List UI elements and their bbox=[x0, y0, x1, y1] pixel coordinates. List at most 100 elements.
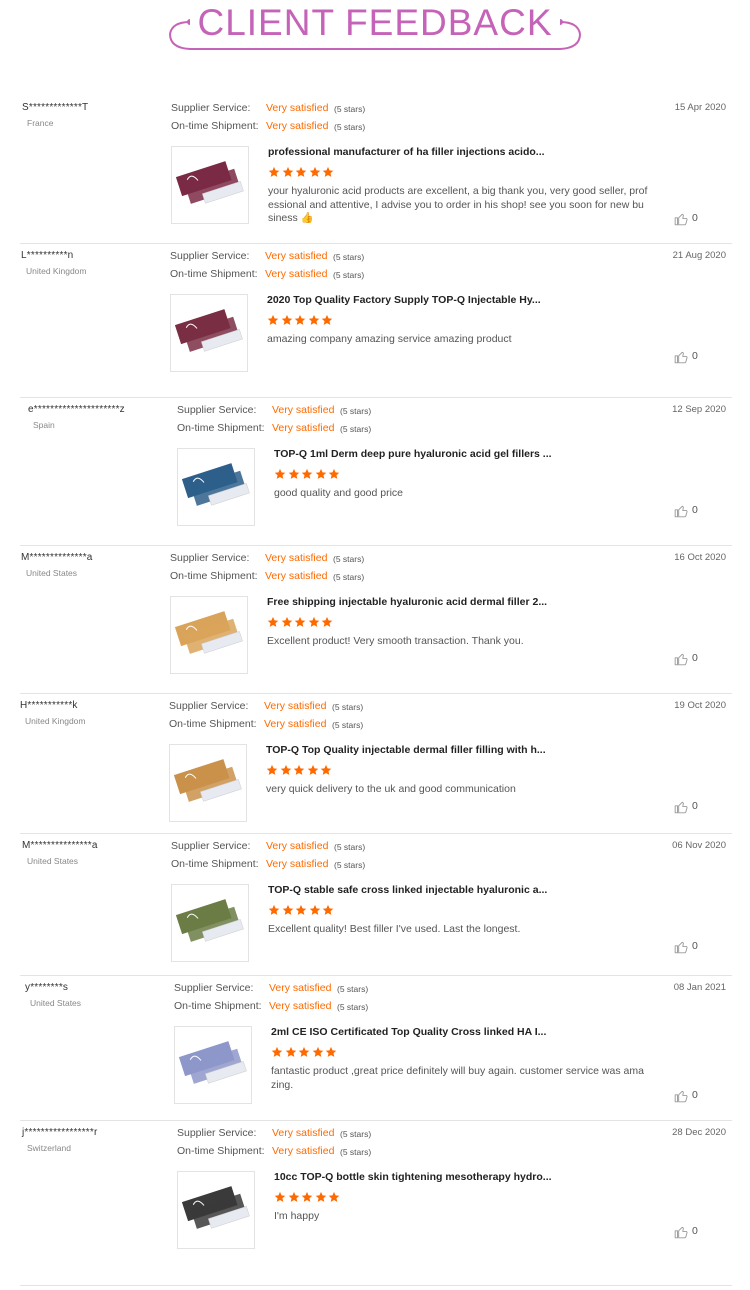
shipment-stars: (5 stars) bbox=[333, 572, 365, 582]
star-icon bbox=[308, 313, 322, 330]
rating-stars bbox=[274, 1190, 342, 1204]
supplier-service-stars: (5 stars) bbox=[334, 104, 366, 114]
product-title-link[interactable]: TOP-Q stable safe cross linked injectabl… bbox=[268, 884, 547, 896]
star-icon bbox=[315, 467, 329, 484]
product-title-link[interactable]: TOP-Q Top Quality injectable dermal fill… bbox=[266, 744, 546, 756]
like-button[interactable]: 0 bbox=[674, 652, 714, 668]
review-card: y********s United States Supplier Servic… bbox=[0, 976, 750, 1121]
shipment-label: On-time Shipment: bbox=[171, 858, 259, 870]
shipment-rating: Very satisfied bbox=[265, 570, 328, 582]
like-button[interactable]: 0 bbox=[674, 212, 714, 228]
product-thumbnail[interactable] bbox=[169, 744, 247, 822]
rating-stars bbox=[267, 313, 335, 327]
rating-stars bbox=[267, 615, 335, 629]
review-date: 12 Sep 2020 bbox=[672, 404, 726, 415]
star-icon bbox=[307, 763, 321, 780]
review-comment: Excellent product! Very smooth transacti… bbox=[267, 635, 524, 647]
reviewer-name: M***************a bbox=[22, 840, 98, 851]
thumbs-up-icon bbox=[674, 801, 688, 814]
supplier-service-rating: Very satisfied bbox=[269, 982, 332, 994]
thumbs-up-icon bbox=[674, 505, 688, 518]
star-icon bbox=[293, 763, 307, 780]
star-icon bbox=[288, 1190, 302, 1207]
thumbs-up-icon bbox=[674, 351, 688, 364]
review-date: 06 Nov 2020 bbox=[672, 840, 726, 851]
star-icon bbox=[282, 903, 296, 920]
star-icon bbox=[295, 903, 309, 920]
product-title-link[interactable]: 2ml CE ISO Certificated Top Quality Cros… bbox=[271, 1026, 546, 1038]
star-icon bbox=[280, 763, 294, 780]
reviewer-name: S*************T bbox=[22, 102, 89, 113]
product-thumbnail[interactable] bbox=[171, 884, 249, 962]
shipment-label: On-time Shipment: bbox=[177, 1145, 265, 1157]
like-button[interactable]: 0 bbox=[674, 940, 714, 956]
review-card: M***************a United States Supplier… bbox=[0, 834, 750, 976]
supplier-service-label: Supplier Service: bbox=[169, 700, 249, 712]
shipment-rating: Very satisfied bbox=[269, 1000, 332, 1012]
reviewer-name: y********s bbox=[25, 982, 69, 993]
product-box-image bbox=[171, 597, 247, 673]
star-icon bbox=[312, 1045, 326, 1062]
product-thumbnail[interactable] bbox=[170, 294, 248, 372]
rating-stars bbox=[268, 903, 336, 917]
star-icon bbox=[268, 165, 282, 182]
like-button[interactable]: 0 bbox=[674, 1089, 714, 1105]
product-title-link[interactable]: 2020 Top Quality Factory Supply TOP-Q In… bbox=[267, 294, 541, 306]
supplier-service-rating: Very satisfied bbox=[272, 404, 335, 416]
shipment-rating: Very satisfied bbox=[266, 858, 329, 870]
supplier-service-rating: Very satisfied bbox=[266, 102, 329, 114]
supplier-service-rating: Very satisfied bbox=[265, 250, 328, 262]
star-icon bbox=[315, 1190, 329, 1207]
star-icon bbox=[295, 165, 309, 182]
review-date: 16 Oct 2020 bbox=[674, 552, 726, 563]
like-count: 0 bbox=[692, 800, 698, 812]
review-comment: I'm happy bbox=[274, 1210, 320, 1222]
like-button[interactable]: 0 bbox=[674, 504, 714, 520]
product-thumbnail[interactable] bbox=[174, 1026, 252, 1104]
shipment-stars: (5 stars) bbox=[337, 1002, 369, 1012]
reviewer-name: H***********k bbox=[20, 700, 78, 711]
like-count: 0 bbox=[692, 350, 698, 362]
star-icon bbox=[271, 1045, 285, 1062]
reviewer-country: United States bbox=[27, 856, 79, 866]
like-count: 0 bbox=[692, 652, 698, 664]
like-button[interactable]: 0 bbox=[674, 350, 714, 366]
product-box-image bbox=[172, 885, 248, 961]
product-thumbnail[interactable] bbox=[177, 1171, 255, 1249]
shipment-rating: Very satisfied bbox=[272, 422, 335, 434]
product-title-link[interactable]: 10cc TOP-Q bottle skin tightening mesoth… bbox=[274, 1171, 552, 1183]
reviewer-country: France bbox=[27, 118, 54, 128]
review-card: M**************a United States Supplier … bbox=[0, 546, 750, 694]
star-icon bbox=[288, 467, 302, 484]
review-comment: good quality and good price bbox=[274, 487, 404, 499]
review-comment: amazing company amazing service amazing … bbox=[267, 333, 512, 345]
like-button[interactable]: 0 bbox=[674, 1225, 714, 1241]
shipment-label: On-time Shipment: bbox=[177, 422, 265, 434]
product-title-link[interactable]: TOP-Q 1ml Derm deep pure hyaluronic acid… bbox=[274, 448, 552, 460]
shipment-label: On-time Shipment: bbox=[171, 120, 259, 132]
star-icon bbox=[266, 763, 280, 780]
rating-stars bbox=[268, 165, 336, 179]
star-icon bbox=[274, 467, 288, 484]
star-icon bbox=[309, 165, 323, 182]
supplier-service-label: Supplier Service: bbox=[171, 102, 251, 114]
review-date: 15 Apr 2020 bbox=[674, 102, 726, 113]
product-box-image bbox=[178, 1172, 254, 1248]
shipment-label: On-time Shipment: bbox=[174, 1000, 262, 1012]
shipment-stars: (5 stars) bbox=[334, 860, 366, 870]
page-title: CLIENT FEEDBACK bbox=[0, 2, 750, 44]
product-thumbnail[interactable] bbox=[170, 596, 248, 674]
shipment-rating: Very satisfied bbox=[264, 718, 327, 730]
product-thumbnail[interactable] bbox=[177, 448, 255, 526]
review-date: 28 Dec 2020 bbox=[672, 1127, 726, 1138]
star-icon bbox=[294, 615, 308, 632]
star-icon bbox=[321, 615, 335, 632]
supplier-service-stars: (5 stars) bbox=[333, 554, 365, 564]
thumbs-up-icon bbox=[674, 1226, 688, 1239]
product-title-link[interactable]: Free shipping injectable hyaluronic acid… bbox=[267, 596, 547, 608]
product-thumbnail[interactable] bbox=[171, 146, 249, 224]
review-card: H***********k United Kingdom Supplier Se… bbox=[0, 694, 750, 834]
like-button[interactable]: 0 bbox=[674, 800, 714, 816]
product-title-link[interactable]: professional manufacturer of ha filler i… bbox=[268, 146, 545, 158]
review-comment: Excellent quality! Best filler I've used… bbox=[268, 923, 521, 935]
